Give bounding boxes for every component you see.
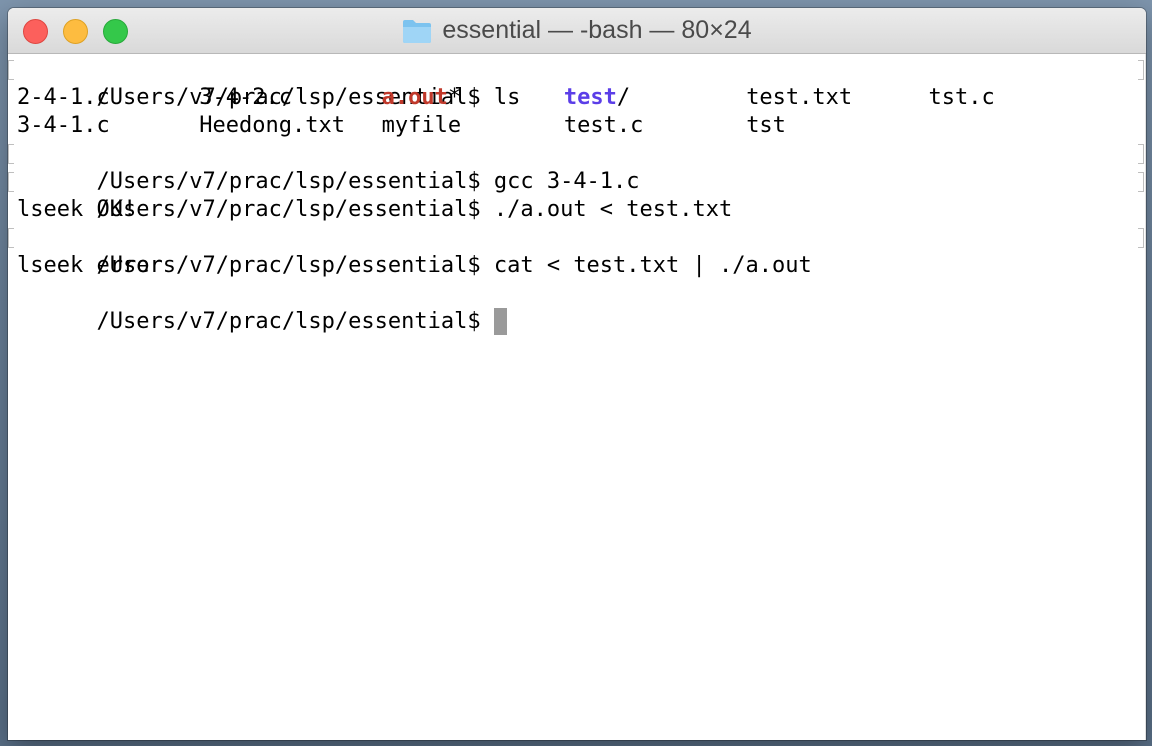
cursor	[493, 308, 507, 335]
terminal-output: lseek error	[17, 253, 163, 278]
folder-icon	[403, 19, 432, 43]
zoom-button[interactable]	[103, 19, 128, 44]
line-mark-icon	[8, 172, 14, 192]
file-entry: test.c	[563, 113, 644, 138]
file-entry: 2-4-1.c	[17, 85, 110, 110]
prompt: /Users/v7/prac/lsp/essential$	[96, 309, 494, 334]
terminal-line: /Users/v7/prac/lsp/essential$ ls	[8, 56, 1146, 110]
window-title-group: essential — -bash — 80×24	[402, 16, 752, 45]
line-mark-icon	[1138, 144, 1144, 164]
line-mark-icon	[1138, 228, 1144, 248]
line-mark-icon	[1138, 172, 1144, 192]
window-title: essential — -bash — 80×24	[442, 16, 752, 44]
file-entry: 3-4-2.c	[199, 85, 293, 110]
file-entry: test.txt	[746, 85, 853, 110]
line-mark-icon	[8, 60, 14, 80]
executable-marker: *	[447, 85, 462, 110]
line-mark-icon	[1138, 60, 1144, 80]
ls-output-row: 3-4-1.c Heedong.txt myfile test.c tst	[8, 112, 1146, 140]
title-bar[interactable]: essential — -bash — 80×24	[8, 8, 1146, 54]
window-controls	[23, 19, 128, 44]
terminal-output: lseek OK!	[17, 197, 137, 222]
close-button[interactable]	[23, 19, 48, 44]
file-entry-executable: a.out*	[382, 84, 564, 112]
terminal-line: /Users/v7/prac/lsp/essential$ cat < test…	[8, 224, 1146, 278]
ls-output-row: 2-4-1.c 3-4-2.c a.out* test/ test.txt ts…	[8, 84, 1146, 112]
file-entry: 3-4-1.c	[17, 113, 110, 138]
file-entry: Heedong.txt	[199, 113, 345, 138]
line-mark-icon	[8, 144, 14, 164]
scrollbar-track[interactable]	[1145, 54, 1146, 740]
file-entry: tst.c	[928, 85, 995, 110]
line-mark-icon	[8, 228, 14, 248]
terminal-content[interactable]: /Users/v7/prac/lsp/essential$ ls 2-4-1.c…	[8, 54, 1146, 335]
minimize-button[interactable]	[63, 19, 88, 44]
file-entry: myfile	[381, 113, 462, 138]
file-entry: tst	[746, 113, 786, 138]
terminal-window: essential — -bash — 80×24 /Users/v7/prac…	[8, 8, 1146, 740]
directory-marker: /	[616, 85, 631, 110]
terminal-line: /Users/v7/prac/lsp/essential$ gcc 3-4-1.…	[8, 140, 1146, 194]
executable-name: a.out	[381, 85, 448, 110]
directory-name: test	[563, 85, 617, 110]
terminal-line: /Users/v7/prac/lsp/essential$ ./a.out < …	[8, 168, 1146, 222]
file-entry-directory: test/	[564, 84, 746, 112]
terminal-input-line[interactable]: /Users/v7/prac/lsp/essential$	[8, 280, 1146, 335]
